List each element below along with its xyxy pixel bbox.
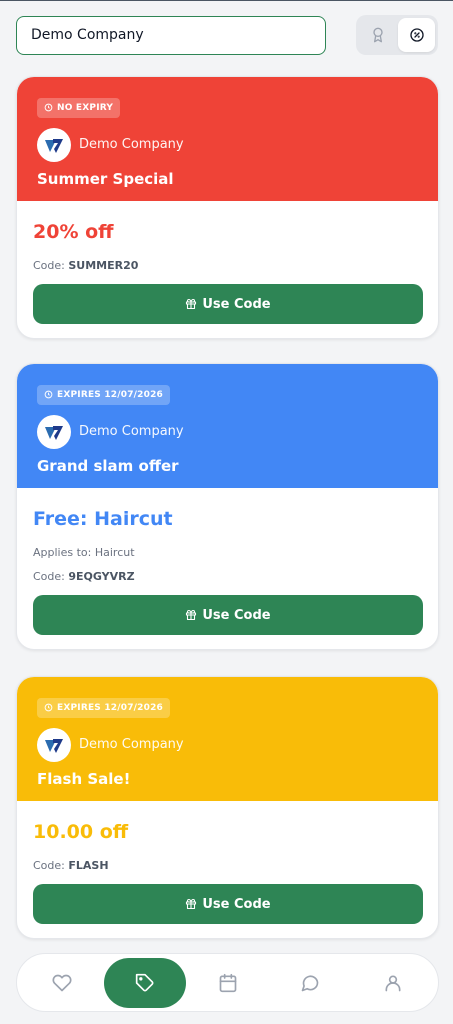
offer-code: Code: 9EQGYVRZ [33, 570, 135, 583]
award-icon [372, 27, 383, 43]
nav-favorites[interactable] [21, 958, 103, 1008]
offer-title: Summer Special [37, 169, 174, 188]
chat-icon [301, 974, 319, 991]
clock-icon [44, 103, 53, 112]
gift-icon [186, 298, 197, 310]
offer-card: NO EXPIRY Demo Company Summer Special 20… [16, 76, 439, 339]
brand-row: Demo Company [37, 414, 418, 449]
offer-code: Code: FLASH [33, 859, 109, 872]
offer-code: Code: SUMMER20 [33, 259, 139, 272]
offer-card-header: EXPIRES 12/07/2026 Demo Company Grand sl… [17, 364, 438, 488]
tag-icon [135, 973, 154, 991]
brand-row: Demo Company [37, 727, 418, 762]
use-code-button[interactable]: Use Code [33, 595, 423, 635]
expiry-badge: EXPIRES 12/07/2026 [37, 697, 170, 718]
company-logo-icon [37, 727, 71, 762]
offer-card-body: Free: Haircut Applies to: Haircut Code: … [17, 488, 438, 649]
view-toggle [356, 15, 438, 55]
offers-toggle-button[interactable] [398, 18, 435, 52]
discount-icon [409, 28, 424, 42]
company-logo-icon [37, 127, 71, 162]
brand-name: Demo Company [79, 737, 184, 752]
brand-name: Demo Company [79, 424, 184, 439]
brand-name: Demo Company [79, 137, 184, 152]
expiry-badge: EXPIRES 12/07/2026 [37, 384, 170, 405]
user-icon [385, 975, 401, 991]
top-bar: Demo Company [16, 15, 438, 55]
clock-icon [44, 390, 53, 399]
use-code-button[interactable]: Use Code [33, 284, 423, 324]
offer-discount: 20% off [33, 221, 114, 243]
nav-bookings[interactable] [187, 958, 269, 1008]
offer-card-header: NO EXPIRY Demo Company Summer Special [17, 77, 438, 201]
brand-row: Demo Company [37, 127, 418, 162]
offer-card-header: EXPIRES 12/07/2026 Demo Company Flash Sa… [17, 677, 438, 801]
bottom-nav [16, 953, 439, 1012]
company-select[interactable]: Demo Company [16, 15, 326, 55]
use-code-button[interactable]: Use Code [33, 884, 423, 924]
calendar-icon [219, 973, 236, 992]
loyalty-toggle-button[interactable] [359, 18, 396, 52]
heart-icon [52, 974, 72, 991]
clock-icon [44, 703, 53, 712]
company-logo-icon [37, 414, 71, 449]
offer-discount: 10.00 off [33, 821, 129, 843]
offer-discount: Free: Haircut [33, 508, 173, 530]
offer-title: Grand slam offer [37, 456, 179, 475]
company-select-value: Demo Company [31, 27, 144, 43]
offer-card-body: 20% off Code: SUMMER20 Use Code [17, 201, 438, 338]
expiry-badge: NO EXPIRY [37, 97, 121, 118]
gift-icon [186, 609, 197, 621]
nav-offers[interactable] [103, 957, 186, 1008]
nav-profile[interactable] [352, 958, 434, 1008]
gift-icon [186, 898, 197, 910]
offer-applies-to: Applies to: Haircut [33, 546, 135, 559]
offer-card: EXPIRES 12/07/2026 Demo Company Grand sl… [16, 363, 439, 650]
offer-card-body: 10.00 off Code: FLASH Use Code [17, 801, 438, 938]
offer-card: EXPIRES 12/07/2026 Demo Company Flash Sa… [16, 676, 439, 939]
nav-messages[interactable] [269, 958, 351, 1008]
offer-title: Flash Sale! [37, 769, 131, 788]
